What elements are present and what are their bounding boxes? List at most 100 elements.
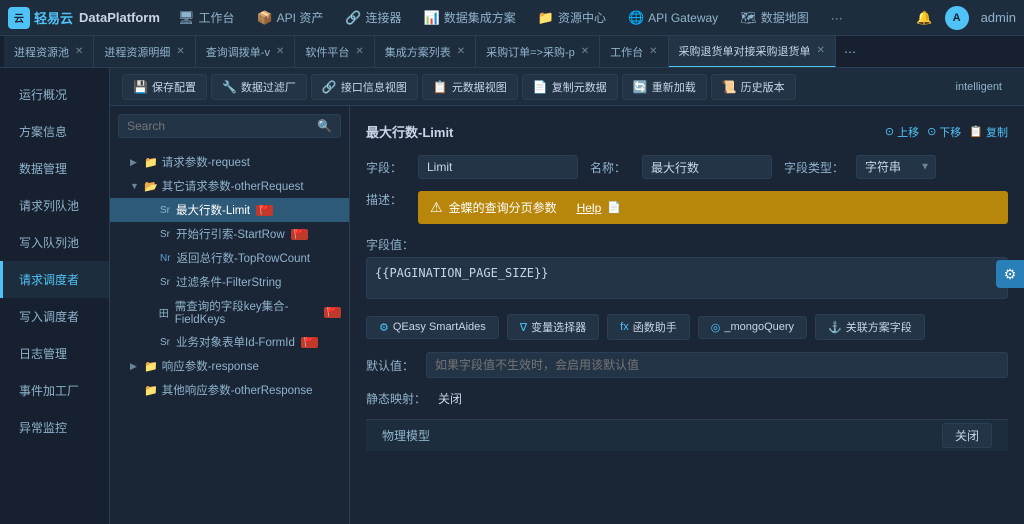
sidebar-item-event-factory[interactable]: 事件加工厂 bbox=[0, 372, 109, 409]
qeasy-label: QEasy SmartAides bbox=[393, 321, 486, 333]
tab-software[interactable]: 软件平台 ✕ bbox=[295, 36, 374, 68]
move-down-action[interactable]: ⊙ 下移 bbox=[927, 124, 961, 140]
tab-process-pool[interactable]: 进程资源池 ✕ bbox=[4, 36, 94, 68]
tree-node-filter-string[interactable]: Sr 过滤条件-FilterString bbox=[110, 270, 349, 294]
static-value: 关闭 bbox=[438, 390, 462, 407]
tab-close-7[interactable]: ✕ bbox=[649, 46, 657, 57]
tree-node-other-response[interactable]: 📁 其他响应参数-otherResponse bbox=[110, 378, 349, 402]
param-prefix-3: Nr bbox=[160, 253, 171, 264]
data-map-icon: 🗺 bbox=[740, 10, 757, 26]
tab-close-8[interactable]: ✕ bbox=[817, 45, 825, 56]
tab-close-3[interactable]: ✕ bbox=[276, 46, 284, 57]
logo-text: 轻易云 bbox=[34, 8, 73, 27]
copy-action[interactable]: 📋 复制 bbox=[969, 124, 1008, 140]
tab-workbench[interactable]: 工作台 ✕ bbox=[600, 36, 668, 68]
tree-node-response[interactable]: ▶ 📁 响应参数-response bbox=[110, 354, 349, 378]
var-select-btn[interactable]: ∇ 变量选择器 bbox=[507, 314, 599, 340]
nav-data-map[interactable]: 🗺 数据地图 bbox=[730, 5, 819, 30]
api-assets-icon: 📦 bbox=[256, 10, 272, 26]
tab-purchase-return[interactable]: 采购退货单对接采购退货单 ✕ bbox=[669, 36, 836, 68]
tab-purchase-order[interactable]: 采购订单=>采购-p ✕ bbox=[476, 36, 600, 68]
search-box[interactable]: 🔍 bbox=[118, 114, 341, 138]
tree-node-label-6: 过滤条件-FilterString bbox=[176, 274, 281, 290]
name-input[interactable] bbox=[642, 155, 772, 179]
field-name-type-row: 字段： 名称： 字段类型： 字符串 整数 布尔值 ▼ bbox=[366, 155, 1008, 179]
copy-meta-btn[interactable]: 📄 复制元数据 bbox=[522, 74, 618, 100]
tab-close-5[interactable]: ✕ bbox=[457, 46, 465, 57]
admin-label: admin bbox=[981, 10, 1016, 25]
related-field-btn[interactable]: ⚓ 关联方案字段 bbox=[815, 314, 925, 340]
desc-content: 金蝶的查询分页参数 bbox=[449, 199, 557, 216]
flag-badge-2: 🚩 bbox=[291, 229, 308, 240]
sidebar-item-writer[interactable]: 写入调度者 bbox=[0, 298, 109, 335]
tab-query-alloc[interactable]: 查询调拨单-v ✕ bbox=[196, 36, 296, 68]
func-helper-btn[interactable]: fx 函数助手 bbox=[607, 314, 690, 340]
nav-workbench[interactable]: 🖥 工作台 bbox=[168, 5, 245, 30]
save-icon: 💾 bbox=[133, 80, 148, 94]
field-input[interactable] bbox=[418, 155, 578, 179]
default-input[interactable] bbox=[426, 352, 1008, 378]
help-link[interactable]: Help bbox=[577, 201, 602, 215]
search-icon: 🔍 bbox=[317, 119, 332, 133]
sidebar-item-overview[interactable]: 运行概况 bbox=[0, 76, 109, 113]
tree-node-start-row[interactable]: Sr 开始行引索-StartRow 🚩 bbox=[110, 222, 349, 246]
tree-node-top-row[interactable]: Nr 返回总行数-TopRowCount bbox=[110, 246, 349, 270]
warning-icon: ⚠ bbox=[430, 199, 443, 216]
desc-label: 描述： bbox=[366, 191, 406, 208]
save-config-btn[interactable]: 💾 保存配置 bbox=[122, 74, 207, 100]
tree-node-other-request[interactable]: ▼ 📂 其它请求参数-otherRequest bbox=[110, 174, 349, 198]
intelligent-tab[interactable]: intelligent bbox=[946, 77, 1012, 97]
tab-close-2[interactable]: ✕ bbox=[176, 46, 184, 57]
tab-process-pool-label: 进程资源池 bbox=[14, 44, 69, 60]
qeasy-icon: ⚙ bbox=[379, 321, 389, 334]
sidebar-item-requester[interactable]: 请求调度者 bbox=[0, 261, 109, 298]
search-input[interactable] bbox=[127, 119, 311, 133]
sidebar-item-exception[interactable]: 异常监控 bbox=[0, 409, 109, 446]
tab-close-1[interactable]: ✕ bbox=[75, 46, 83, 57]
value-textarea[interactable]: {{PAGINATION_PAGE_SIZE}} bbox=[366, 257, 1008, 299]
tree-node-form-id[interactable]: Sr 业务对象表单Id-FormId 🚩 bbox=[110, 330, 349, 354]
tab-integration-list[interactable]: 集成方案列表 ✕ bbox=[375, 36, 476, 68]
tab-workbench-label: 工作台 bbox=[610, 44, 643, 60]
api-gateway-icon: 🌐 bbox=[628, 10, 644, 26]
nav-connector[interactable]: 🔗 连接器 bbox=[335, 5, 411, 30]
reload-btn[interactable]: 🔄 重新加载 bbox=[622, 74, 707, 100]
nav-more[interactable]: ··· bbox=[821, 7, 853, 29]
default-label: 默认值： bbox=[366, 357, 414, 374]
settings-side-btn[interactable]: ⚙ bbox=[996, 260, 1024, 288]
avatar[interactable]: A bbox=[945, 6, 969, 30]
nav-api-assets[interactable]: 📦 API 资产 bbox=[246, 5, 333, 30]
nav-api-gateway[interactable]: 🌐 API Gateway bbox=[618, 6, 728, 30]
sidebar-item-request-pool[interactable]: 请求列队池 bbox=[0, 187, 109, 224]
tab-more-btn[interactable]: ⋯ bbox=[836, 45, 864, 59]
notification-icon[interactable]: 🔔 bbox=[916, 10, 932, 26]
tab-purchase-return-label: 采购退货单对接采购退货单 bbox=[679, 43, 811, 59]
history-btn[interactable]: 📜 历史版本 bbox=[711, 74, 796, 100]
tree-node-max-rows[interactable]: Sr 最大行数-Limit 🚩 bbox=[110, 198, 349, 222]
help-link-icon: 📄 bbox=[607, 201, 621, 214]
nav-api-assets-label: API 资产 bbox=[277, 9, 324, 26]
type-select[interactable]: 字符串 整数 布尔值 bbox=[856, 155, 936, 179]
tab-process-detail[interactable]: 进程资源明细 ✕ bbox=[94, 36, 195, 68]
nav-resource[interactable]: 📁 资源中心 bbox=[528, 5, 616, 30]
sidebar-item-data-mgmt[interactable]: 数据管理 bbox=[0, 150, 109, 187]
tab-close-4[interactable]: ✕ bbox=[355, 46, 363, 57]
nav-api-gateway-label: API Gateway bbox=[648, 11, 718, 25]
meta-view-btn[interactable]: 📋 元数据视图 bbox=[422, 74, 518, 100]
mongo-query-btn[interactable]: ◎ _mongoQuery bbox=[698, 316, 807, 339]
data-filter-btn[interactable]: 🔧 数据过滤厂 bbox=[211, 74, 307, 100]
value-row: 字段值： {{PAGINATION_PAGE_SIZE}} bbox=[366, 236, 1008, 302]
bottom-close-btn[interactable]: 关闭 bbox=[942, 423, 992, 448]
qeasy-aide-btn[interactable]: ⚙ QEasy SmartAides bbox=[366, 316, 499, 339]
sidebar-item-log-mgmt[interactable]: 日志管理 bbox=[0, 335, 109, 372]
sidebar-item-solution[interactable]: 方案信息 bbox=[0, 113, 109, 150]
app-logo[interactable]: 云 轻易云 DataPlatform bbox=[8, 7, 160, 29]
tree-node-field-keys[interactable]: 田 需查询的字段key集合-FieldKeys 🚩 bbox=[110, 294, 349, 330]
move-up-action[interactable]: ⊙ 上移 bbox=[885, 124, 919, 140]
tab-close-6[interactable]: ✕ bbox=[581, 46, 589, 57]
folder-icon-4: 📁 bbox=[144, 384, 158, 397]
tree-node-request-param[interactable]: ▶ 📁 请求参数-request bbox=[110, 150, 349, 174]
sidebar-item-write-pool[interactable]: 写入队列池 bbox=[0, 224, 109, 261]
nav-integration[interactable]: 📊 数据集成方案 bbox=[414, 5, 526, 30]
interface-view-btn[interactable]: 🔗 接口信息视图 bbox=[311, 74, 418, 100]
